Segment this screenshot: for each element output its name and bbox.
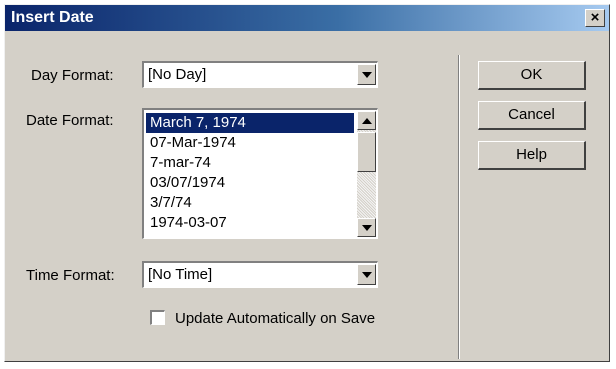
chevron-down-icon: [362, 225, 372, 231]
scroll-down-button[interactable]: [357, 218, 376, 237]
list-item[interactable]: 7-mar-74: [146, 153, 354, 173]
scroll-up-button[interactable]: [357, 111, 376, 130]
scroll-thumb[interactable]: [357, 132, 376, 172]
vertical-divider: [458, 55, 460, 359]
close-icon: ×: [590, 9, 600, 26]
ok-button[interactable]: OK: [478, 61, 586, 90]
date-format-listbox[interactable]: March 7, 1974 07-Mar-1974 7-mar-74 03/07…: [142, 108, 378, 239]
day-format-dropdown-button[interactable]: [357, 64, 376, 85]
list-item[interactable]: 03/07/1974: [146, 173, 354, 193]
chevron-up-icon: [362, 118, 372, 124]
list-item[interactable]: 1974-03-07: [146, 213, 354, 233]
time-format-value: [No Time]: [148, 266, 213, 283]
update-automatically-checkbox[interactable]: [150, 310, 165, 325]
chevron-down-icon: [362, 272, 372, 278]
date-format-options: March 7, 1974 07-Mar-1974 7-mar-74 03/07…: [146, 113, 354, 233]
chevron-down-icon: [362, 72, 372, 78]
list-item[interactable]: March 7, 1974: [146, 113, 354, 133]
time-format-select[interactable]: [No Time]: [142, 261, 378, 288]
time-format-dropdown-button[interactable]: [357, 264, 376, 285]
day-format-value: [No Day]: [148, 66, 207, 83]
time-format-label: Time Format:: [26, 267, 115, 284]
list-item[interactable]: 3/7/74: [146, 193, 354, 213]
date-format-scrollbar[interactable]: [357, 111, 376, 237]
day-format-select[interactable]: [No Day]: [142, 61, 378, 88]
title-bar[interactable]: Insert Date ×: [5, 5, 609, 31]
list-item[interactable]: 07-Mar-1974: [146, 133, 354, 153]
help-button[interactable]: Help: [478, 141, 586, 170]
dialog-title: Insert Date: [11, 9, 94, 26]
update-automatically-label[interactable]: Update Automatically on Save: [175, 310, 375, 327]
cancel-button[interactable]: Cancel: [478, 101, 586, 130]
insert-date-dialog: Insert Date × Day Format: [No Day] Date …: [4, 4, 610, 362]
close-button[interactable]: ×: [585, 9, 605, 27]
date-format-label: Date Format:: [26, 112, 114, 129]
day-format-label: Day Format:: [31, 67, 114, 84]
